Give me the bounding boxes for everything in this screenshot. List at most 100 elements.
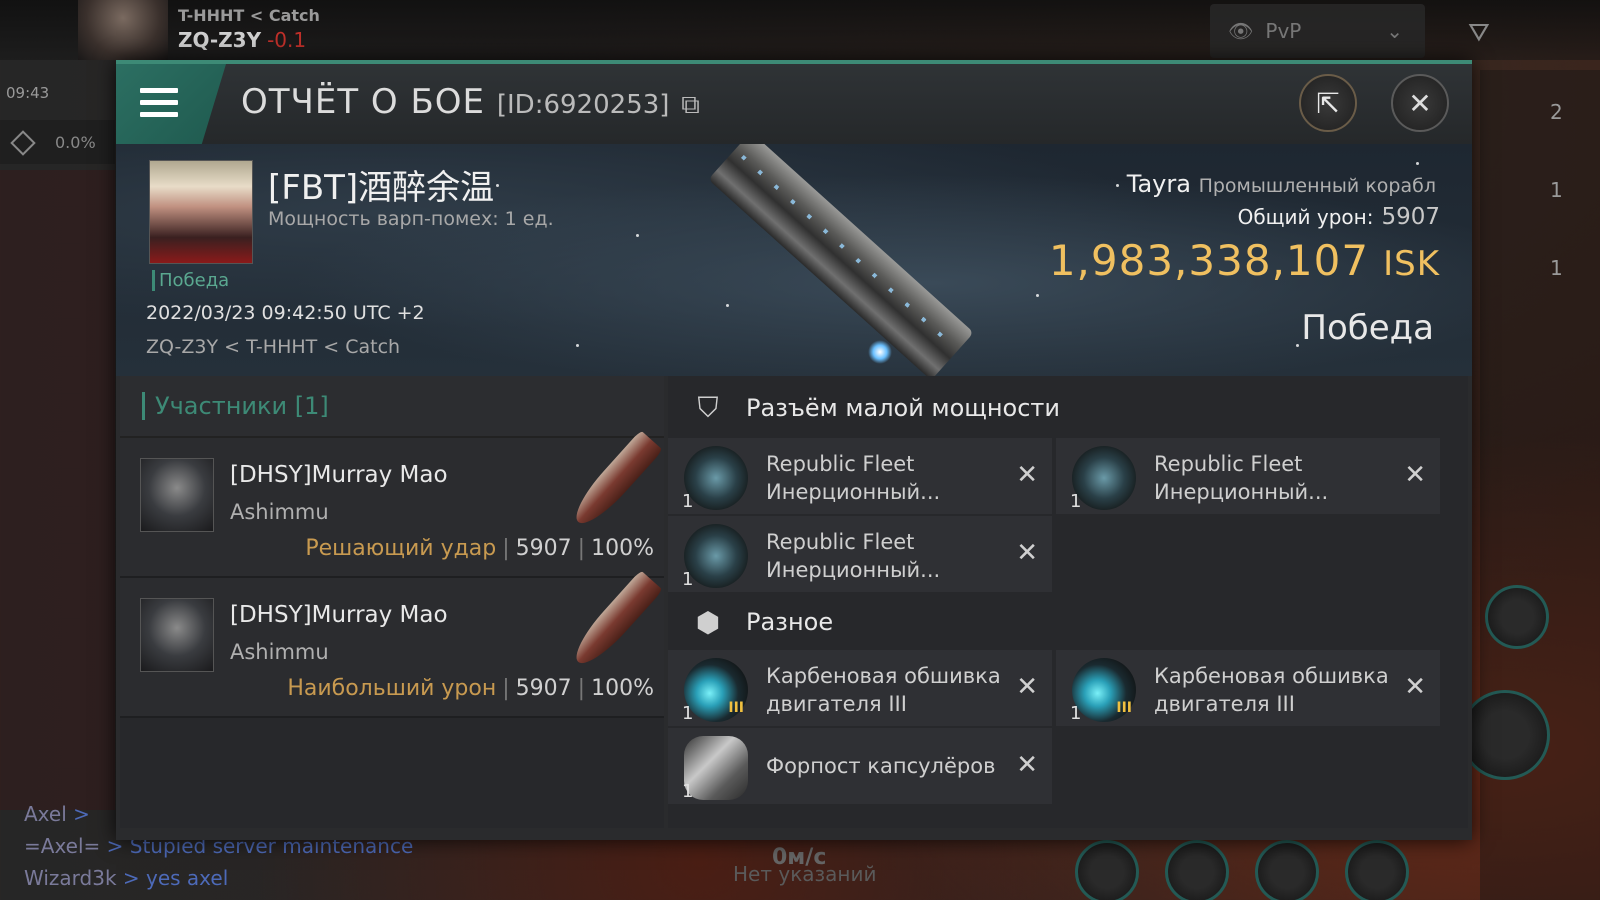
ship-engine-glow [868,340,892,364]
destroyed-x-icon: ✕ [1016,460,1038,490]
item-name: Republic Fleet Инерционный... [766,530,941,582]
system-breadcrumb[interactable]: T-HHHT < Catch [178,6,320,25]
item-name: Карбеновая обшивка двигателя III [766,664,1001,716]
security-status: -0.1 [267,28,307,52]
item-name: Republic Fleet Инерционный... [1154,452,1329,504]
participant-ship-image [567,570,663,672]
module-slot-1[interactable] [1075,840,1139,900]
participant-stats: Наибольший урон | 5907 | 100% [287,676,654,701]
result-tag: Победа [152,270,229,291]
title-text: ОТЧЁТ О БОЕ [241,82,486,122]
victim-banner: [FBT]酒醉余温 Мощность варп-помех: 1 ед. Поб… [116,144,1472,376]
module-item[interactable]: 1 Republic Fleet Инерционный... ✕ [1056,438,1440,514]
pvp-label: PvP [1265,19,1302,43]
participant-role: Наибольший урон [287,676,497,701]
participant-avatar[interactable] [140,598,214,672]
isk-unit: ISK [1383,244,1440,284]
outcome-label: Победа [1301,308,1434,348]
participant-percent: 100% [591,536,654,561]
module-item[interactable]: 1 Карбеновая обшивка двигателя III ✕ [668,650,1052,726]
module-slot-2[interactable] [1165,840,1229,900]
low-slot-shield-icon: ⛉ [697,391,719,424]
participant-row[interactable]: [DHSY]Murray Mao Ashimmu Наибольший урон… [120,570,664,718]
capsuleer-outpost-icon [684,736,748,800]
participants-title: Участники [1] [155,392,329,420]
orb-button-1[interactable] [1485,585,1549,649]
hamburger-icon [140,88,178,118]
engine-plating-icon [684,658,748,722]
victim-ship-image[interactable] [708,144,974,376]
close-button[interactable]: ✕ [1391,74,1449,132]
player-portrait[interactable] [78,0,168,60]
warp-disruption: Мощность варп-помех: 1 ед. [268,208,554,230]
constellation-label: T-HHHT [178,6,245,25]
destroyed-x-icon: ✕ [1404,460,1426,490]
participant-ship: Ashimmu [230,500,329,524]
menu-button[interactable] [116,64,226,144]
participants-panel: Участники [1] [DHSY]Murray Mao Ashimmu Р… [120,376,664,828]
right-count-2[interactable]: 1 [1550,178,1563,202]
system-name[interactable]: ZQ-Z3Y -0.1 [178,28,306,52]
victim-avatar[interactable] [149,160,253,264]
item-quantity: 1 [682,491,694,512]
engine-plating-icon [1072,658,1136,722]
participant-damage: 5907 [515,536,572,561]
participant-percent: 100% [591,676,654,701]
kill-location: ZQ-Z3Y < T-HHHT < Catch [146,336,401,358]
misc-title: Разное [746,608,834,636]
page-title: ОТЧЁТ О БОЕ [ID:6920253] ⧉ [241,82,700,122]
pvp-filter-dropdown[interactable]: 👁 PvP ⌄ [1210,4,1425,58]
share-icon: ⇱ [1316,86,1340,120]
participant-avatar[interactable] [140,458,214,532]
total-damage-value: 5907 [1381,204,1440,230]
chat-text: > [73,802,90,826]
isk-amount: 1,983,338,107 [1048,236,1370,285]
system-name-label: ZQ-Z3Y [178,28,262,52]
destroyed-x-icon: ✕ [1404,672,1426,702]
participants-header: Участники [1] [120,376,664,438]
participant-stats: Решающий удар | 5907 | 100% [305,536,654,561]
header-accent-bar [142,392,145,420]
destroyed-x-icon: ✕ [1016,538,1038,568]
participant-name: [DHSY]Murray Mao [230,602,448,628]
total-damage: Общий урон: 5907 [1238,204,1440,230]
chat-sender: Wizard3k [24,866,117,890]
isk-value: 1,983,338,107 ISK [1049,236,1440,285]
item-name: Republic Fleet Инерционный... [766,452,941,504]
right-count-1[interactable]: 2 [1550,100,1563,124]
right-count-3[interactable]: 1 [1550,256,1563,280]
participant-damage: 5907 [515,676,572,701]
chevron-down-icon: ⌄ [1386,19,1403,43]
item-quantity: 1 [682,781,694,802]
module-slot-4[interactable] [1345,840,1409,900]
participant-name: [DHSY]Murray Mao [230,462,448,488]
item-quantity: 1 [1070,491,1082,512]
module-item[interactable]: 1 Republic Fleet Инерционный... ✕ [668,516,1052,592]
participants-empty-area [120,718,664,828]
participant-row[interactable]: [DHSY]Murray Mao Ashimmu Решающий удар | 5… [120,430,664,578]
filter-icon[interactable]: ⛛ [1468,18,1490,49]
low-slot-title: Разъём малой мощности [746,394,1061,422]
destroyed-x-icon: ✕ [1016,672,1038,702]
module-item[interactable]: 1 Форпост капсулёров ✕ [668,728,1052,804]
chat-text: > yes axel [122,866,229,890]
region-label: Catch [268,6,320,25]
module-item[interactable]: 1 Карбеновая обшивка двигателя III ✕ [1056,650,1440,726]
cargo-percent-value: 0.0% [55,132,96,152]
copy-icon[interactable]: ⧉ [681,90,700,120]
module-slot-3[interactable] [1255,840,1319,900]
item-name: Форпост капсулёров [766,754,996,778]
module-item[interactable]: 1 Republic Fleet Инерционный... ✕ [668,438,1052,514]
breadcrumb-arrow: < [249,6,264,25]
no-target-label: Нет указаний [733,862,877,886]
inertial-stabilizer-icon [684,446,748,510]
misc-section-header: ⬢ Разное [668,590,833,654]
orb-button-2[interactable] [1460,690,1550,780]
victim-ship-type: Tayra Промышленный корабл [1127,170,1436,198]
victim-name[interactable]: [FBT]酒醉余温 [268,160,494,209]
item-quantity: 1 [682,703,694,724]
item-quantity: 1 [682,569,694,590]
item-name: Карбеновая обшивка двигателя III [1154,664,1389,716]
share-button[interactable]: ⇱ [1299,74,1357,132]
ship-name: Tayra [1126,170,1191,198]
